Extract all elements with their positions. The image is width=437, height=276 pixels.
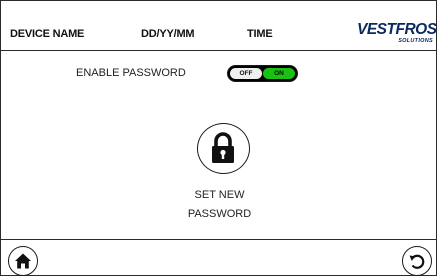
back-icon bbox=[409, 254, 425, 269]
home-button[interactable] bbox=[8, 246, 38, 276]
toggle-on-label: ON bbox=[263, 68, 295, 79]
brand-subtitle: SOLUTIONS bbox=[398, 38, 433, 44]
set-password-button[interactable] bbox=[197, 123, 250, 174]
date-display: DD/YY/MM bbox=[141, 28, 195, 40]
lock-icon bbox=[212, 132, 234, 163]
enable-password-label: ENABLE PASSWORD bbox=[76, 67, 186, 79]
home-icon bbox=[15, 253, 31, 269]
time-display: TIME bbox=[247, 28, 273, 40]
header-bar: DEVICE NAME DD/YY/MM TIME VESTFROST SOLU… bbox=[1, 1, 437, 51]
back-button[interactable] bbox=[402, 246, 432, 276]
set-password-label-line2: PASSWORD bbox=[187, 208, 252, 220]
footer-divider bbox=[1, 239, 436, 240]
set-password-label-line1: SET NEW bbox=[194, 189, 245, 201]
device-name: DEVICE NAME bbox=[10, 28, 85, 40]
brand-logo: VESTFROST SOLUTIONS bbox=[357, 21, 437, 47]
enable-password-toggle[interactable]: OFF ON bbox=[227, 65, 298, 82]
toggle-off-label: OFF bbox=[230, 68, 262, 79]
brand-name: VESTFROST bbox=[357, 21, 437, 38]
app-frame: DEVICE NAME DD/YY/MM TIME VESTFROST SOLU… bbox=[0, 0, 437, 276]
